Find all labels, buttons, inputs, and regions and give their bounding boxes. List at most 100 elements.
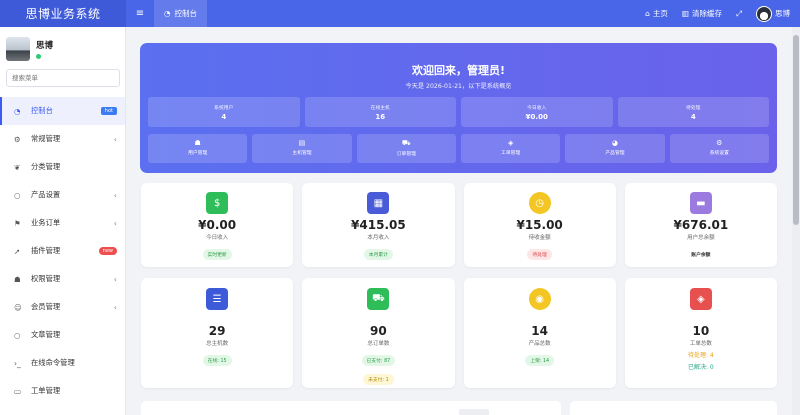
circle-icon: ○: [14, 190, 21, 200]
panel-placeholder: [459, 409, 489, 415]
chevron-left-icon: ‹: [113, 134, 117, 144]
users-icon: ☗: [194, 139, 201, 147]
menu-search-input[interactable]: [6, 69, 120, 87]
sidebar-user: 思博: [0, 27, 125, 63]
dashboard-icon: ◔: [14, 106, 21, 116]
card-total-hosts: ☰ 29 总主机数 在线: 15: [141, 278, 294, 388]
card-today-income: $ ¥0.00 今日收入 实时更新: [141, 183, 294, 267]
sidebar-item-product-settings[interactable]: ○ 产品设置 ‹: [0, 181, 125, 209]
tab-dashboard[interactable]: ◔ 控制台: [154, 0, 208, 27]
chevron-left-icon: ‹: [113, 274, 117, 284]
top-bar: 思博业务系统 ≡ ◔ 控制台 ⌂ 主页 ▥ 清除缓存 ⤢ 思博: [0, 0, 800, 27]
sidebar-item-dashboard[interactable]: ◔ 控制台 hot: [0, 97, 125, 125]
user-icon: ☺: [14, 302, 22, 312]
stat-online-hosts: 在线主机 16: [304, 97, 456, 127]
sidebar-item-articles[interactable]: ○ 文章管理: [0, 321, 125, 349]
quick-host-management[interactable]: ▤ 主机管理: [252, 134, 352, 163]
cogs-icon: ⚙: [14, 134, 21, 144]
card-pending-amount: ◷ ¥15.00 待收金额 待处理: [463, 183, 616, 267]
brand-title[interactable]: 思博业务系统: [0, 0, 126, 27]
tab-dashboard-label: 控制台: [174, 9, 198, 18]
status-badge: 已支付: 87: [361, 355, 396, 366]
new-badge: new: [98, 247, 117, 255]
home-label: 主页: [652, 9, 668, 18]
sidebar-item-orders[interactable]: ⚑ 业务订单 ‹: [0, 209, 125, 237]
card-total-orders: ⛟ 90 总订单数 已支付: 87 未支付: 1: [302, 278, 455, 388]
status-badge: 上架: 14: [525, 355, 555, 366]
bottom-panel-right: [570, 401, 777, 415]
stat-today-income: 今日收入 ¥0.00: [461, 97, 613, 127]
sidebar: 思博 ◔ 控制台 hot ⚙ 常规管理 ‹ ❦ 分类管理 ○ 产品设置 ‹ ⚑ …: [0, 27, 126, 415]
sidebar-item-category[interactable]: ❦ 分类管理: [0, 153, 125, 181]
group-icon: ☗: [14, 274, 21, 284]
calendar-icon: ▦: [367, 192, 390, 214]
welcome-subtitle: 今天是 2026-01-21，以下是系统概览: [405, 83, 512, 90]
quick-order-management[interactable]: ⛟ 订单管理: [356, 134, 456, 163]
status-badge: 在线: 15: [202, 355, 232, 366]
welcome-banner: 欢迎回来，管理员! 今天是 2026-01-21，以下是系统概览 系统用户 4 …: [140, 43, 777, 173]
status-badge: 待处理: [527, 249, 552, 260]
card-user-balance: ▬ ¥676.01 用户总余额 账户余额: [624, 183, 777, 267]
sidebar-item-plugins[interactable]: ➚ 插件管理 new: [0, 237, 125, 265]
welcome-title: 欢迎回来，管理员!: [411, 64, 506, 77]
fullscreen-icon: ⤢: [736, 8, 742, 18]
quick-actions: ☗ 用户管理 ▤ 主机管理 ⛟ 订单管理 ◈ 工单管理 ◕ 产品管理 ⚙ 系统设…: [148, 134, 769, 163]
user-menu[interactable]: 思博: [756, 5, 790, 22]
ticket-icon: ▭: [14, 386, 22, 396]
page-scrollbar[interactable]: [792, 27, 800, 415]
scrollbar-thumb[interactable]: [793, 35, 799, 225]
ticket-icon: ◈: [507, 139, 514, 147]
status-badge: 未支付: 1: [363, 374, 394, 385]
menu-toggle-icon[interactable]: ≡: [126, 0, 154, 27]
leaf-icon: ❦: [14, 162, 21, 172]
dashboard-icon: ◔: [164, 9, 171, 18]
resolved-count: 已解决: 0: [688, 364, 714, 371]
status-badge: 账户余额: [691, 253, 711, 258]
sidebar-item-commands[interactable]: ›_ 在线命令管理: [0, 349, 125, 377]
quick-system-settings[interactable]: ⚙ 系统设置: [669, 134, 769, 163]
welcome-stats: 系统用户 4 在线主机 16 今日收入 ¥0.00 待处理 4: [148, 97, 769, 127]
user-avatar: [6, 37, 30, 61]
count-cards: ☰ 29 总主机数 在线: 15 ⛟ 90 总订单数 已支付: 87 未支付: …: [141, 278, 777, 388]
status-badge: 实时更新: [202, 249, 232, 260]
clear-cache-label: 清除缓存: [692, 9, 722, 18]
chevron-left-icon: ‹: [113, 218, 117, 228]
stat-pending: 待处理 4: [617, 97, 769, 127]
money-icon: $: [206, 192, 229, 214]
circle-icon: ○: [14, 330, 21, 340]
cart-icon: ⛟: [367, 288, 390, 310]
home-link[interactable]: ⌂ 主页: [645, 8, 668, 19]
sidebar-item-general[interactable]: ⚙ 常规管理 ‹: [0, 125, 125, 153]
card-total-products: ◉ 14 产品总数 上架: 14: [463, 278, 616, 388]
avatar: [756, 5, 772, 22]
chevron-left-icon: ‹: [113, 302, 117, 312]
sidebar-user-name: 思博: [36, 41, 54, 51]
server-icon: ▤: [298, 139, 306, 147]
fullscreen-button[interactable]: ⤢: [736, 9, 742, 19]
sidebar-item-permissions[interactable]: ☗ 权限管理 ‹: [0, 265, 125, 293]
sidebar-item-members[interactable]: ☺ 会员管理 ‹: [0, 293, 125, 321]
rocket-icon: ➚: [14, 246, 21, 256]
chevron-left-icon: ‹: [113, 190, 117, 200]
quick-ticket-management[interactable]: ◈ 工单管理: [460, 134, 561, 163]
sidebar-item-tickets[interactable]: ▭ 工单管理: [0, 377, 125, 405]
pie-icon: ◕: [611, 139, 619, 147]
clear-cache-button[interactable]: ▥ 清除缓存: [682, 8, 722, 19]
terminal-icon: ›_: [14, 358, 21, 368]
bottom-panel-left: [141, 401, 561, 415]
clock-icon: ◷: [528, 192, 551, 214]
card-total-tickets: ◈ 10 工单总数 待处理: 4 已解决: 0: [624, 278, 777, 388]
product-icon: ◉: [528, 288, 551, 310]
card-month-income: ▦ ¥415.05 本月收入 本月累计: [302, 183, 455, 267]
gear-icon: ⚙: [716, 139, 723, 147]
cart-icon: ⛟: [401, 139, 411, 147]
user-menu-name: 思博: [775, 9, 790, 18]
credit-card-icon: ▬: [689, 192, 712, 214]
quick-product-management[interactable]: ◕ 产品管理: [565, 134, 665, 163]
online-status-dot: [36, 54, 41, 59]
home-icon: ⌂: [645, 9, 650, 18]
finance-cards: $ ¥0.00 今日收入 实时更新 ▦ ¥415.05 本月收入 本月累计 ◷ …: [141, 183, 777, 267]
quick-user-management[interactable]: ☗ 用户管理: [148, 134, 248, 163]
ticket-icon: ◈: [689, 288, 712, 310]
stat-system-users: 系统用户 4: [148, 97, 300, 127]
